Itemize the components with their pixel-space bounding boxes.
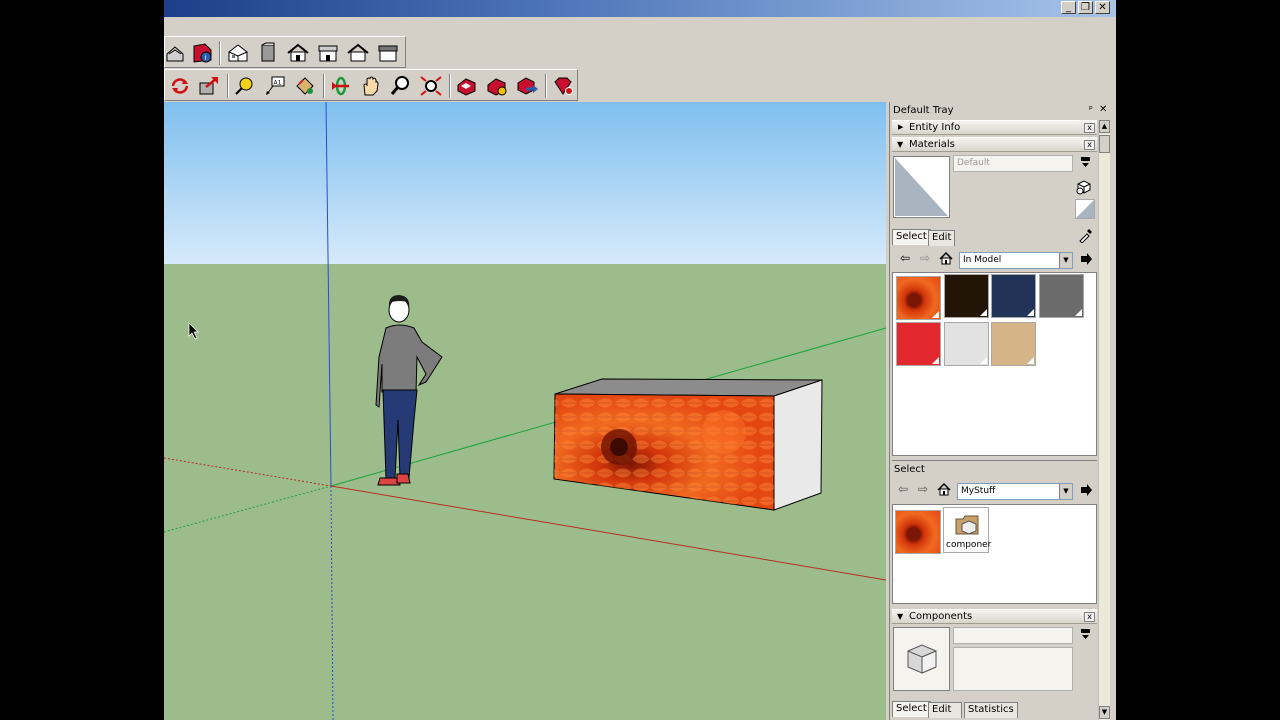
ruby-icon[interactable] <box>551 75 575 97</box>
component-cube-icon <box>907 644 937 674</box>
right-view-icon[interactable] <box>316 42 340 64</box>
paint-bucket-icon[interactable] <box>293 75 317 97</box>
details-icon[interactable] <box>1080 156 1091 168</box>
tab-components-statistics[interactable]: Statistics <box>964 702 1018 718</box>
component-name-field[interactable] <box>953 627 1073 644</box>
library-dropdown[interactable]: In Model ▼ <box>959 252 1073 269</box>
info-icon[interactable]: i <box>191 42 215 64</box>
details-arrow-icon[interactable] <box>1080 252 1093 266</box>
scroll-thumb[interactable] <box>1099 135 1110 153</box>
rotate-icon[interactable] <box>168 75 192 97</box>
restore-button[interactable]: ❐ <box>1078 1 1093 14</box>
secondary-home-icon[interactable] <box>937 483 951 496</box>
tab-components-edit[interactable]: Edit <box>928 702 962 718</box>
scroll-up-icon[interactable]: ▲ <box>1099 120 1110 133</box>
back-view-icon[interactable] <box>346 42 370 64</box>
folder-label: componer <box>946 540 992 550</box>
views-toolbar: i <box>164 36 406 68</box>
components-close-icon[interactable]: x <box>1084 612 1095 622</box>
minimize-button[interactable]: _ <box>1061 1 1076 14</box>
tab-materials-select[interactable]: Select <box>892 229 931 245</box>
swatch-black-brown[interactable] <box>944 274 989 318</box>
mystuff-grid: componer <box>892 504 1097 604</box>
orbit-icon[interactable] <box>329 75 353 97</box>
dropdown-arrow-icon: ▼ <box>1059 253 1072 268</box>
close-button[interactable]: ✕ <box>1095 1 1110 14</box>
materials-header[interactable]: ▼ Materials x <box>892 137 1097 152</box>
tab-components-select[interactable]: Select <box>892 701 931 717</box>
secondary-select-label: Select <box>894 464 925 475</box>
tab-materials-edit[interactable]: Edit <box>928 230 956 246</box>
sketchup-window: _ ❐ ✕ i A1 Default Tray ᵖ ✕ ▶ Entity Inf… <box>164 0 1116 720</box>
swatch-tan[interactable] <box>991 322 1036 366</box>
push-pull-icon[interactable] <box>197 75 221 97</box>
component-details-icon[interactable] <box>1080 628 1091 640</box>
library-dropdown-value: In Model <box>963 255 1002 265</box>
materials-label: Materials <box>909 139 955 150</box>
scroll-down-icon[interactable]: ▼ <box>1099 706 1110 719</box>
materials-close-icon[interactable]: x <box>1084 140 1095 150</box>
entity-info-label: Entity Info <box>909 122 961 133</box>
default-material-icon[interactable] <box>1075 199 1095 219</box>
mystuff-flower-item[interactable] <box>895 510 941 554</box>
sky <box>164 102 886 264</box>
material-preview <box>893 156 950 218</box>
top-view-icon[interactable] <box>286 42 310 64</box>
expanded-arrow-icon: ▼ <box>897 140 904 149</box>
entity-info-close-icon[interactable]: x <box>1084 123 1095 133</box>
secondary-details-arrow-icon[interactable] <box>1080 483 1093 497</box>
svg-text:i: i <box>205 54 207 62</box>
secondary-library-dropdown[interactable]: MyStuff ▼ <box>957 483 1073 500</box>
title-bar: _ ❐ ✕ <box>164 0 1116 17</box>
drawing-area[interactable] <box>164 102 886 720</box>
share-model-icon[interactable] <box>455 75 479 97</box>
pan-icon[interactable] <box>359 75 383 97</box>
components-label: Components <box>909 611 973 622</box>
scene-canvas <box>164 102 886 720</box>
zoom-extents-icon[interactable] <box>419 75 443 97</box>
tray-close-icon[interactable]: ✕ <box>1099 104 1107 115</box>
tray-title: Default Tray <box>893 105 954 116</box>
swatch-flower[interactable] <box>896 276 941 320</box>
component-preview <box>893 627 950 691</box>
left-view-icon[interactable] <box>376 42 400 64</box>
materials-grid <box>892 272 1097 456</box>
mystuff-components-folder[interactable]: componer <box>943 507 992 553</box>
front-view-icon[interactable] <box>256 42 280 64</box>
material-name-field[interactable]: Default <box>953 155 1073 172</box>
upload-icon[interactable] <box>515 75 539 97</box>
components-icon[interactable] <box>485 75 509 97</box>
swatch-navy[interactable] <box>991 274 1036 318</box>
pin-icon[interactable]: ᵖ <box>1089 105 1093 115</box>
home-icon[interactable] <box>939 252 953 265</box>
collapsed-arrow-icon: ▶ <box>898 123 904 131</box>
forward-arrow-icon[interactable]: ⇨ <box>920 251 930 265</box>
secondary-back-arrow-icon[interactable]: ⇦ <box>898 482 908 496</box>
text-icon[interactable]: A1 <box>263 75 287 97</box>
default-tray: Default Tray ᵖ ✕ ▶ Entity Info x ▼ Mater… <box>889 102 1111 720</box>
warehouse-icon[interactable] <box>165 42 189 64</box>
back-arrow-icon[interactable]: ⇦ <box>900 251 910 265</box>
tray-scrollbar[interactable]: ▲ ▼ <box>1098 120 1110 720</box>
swatch-red[interactable] <box>896 322 941 366</box>
eyedropper-icon[interactable] <box>1077 227 1093 243</box>
iso-view-icon[interactable] <box>226 42 250 64</box>
components-header[interactable]: ▼ Components x <box>892 609 1097 624</box>
swatch-gray[interactable] <box>1039 274 1084 318</box>
swatch-light-gray[interactable] <box>944 322 989 366</box>
secondary-dropdown-arrow-icon: ▼ <box>1059 484 1072 499</box>
secondary-forward-arrow-icon[interactable]: ⇨ <box>918 482 928 496</box>
folder-icon <box>955 515 979 535</box>
secondary-library-value: MyStuff <box>961 486 996 496</box>
zoom-icon[interactable] <box>389 75 413 97</box>
entity-info-header[interactable]: ▶ Entity Info x <box>892 120 1097 135</box>
tools-toolbar: A1 <box>164 69 578 101</box>
tape-measure-icon[interactable] <box>233 75 257 97</box>
components-expanded-arrow-icon: ▼ <box>897 612 904 621</box>
component-description-field[interactable] <box>953 647 1073 691</box>
svg-text:A1: A1 <box>274 80 282 87</box>
create-material-icon[interactable] <box>1076 179 1092 195</box>
